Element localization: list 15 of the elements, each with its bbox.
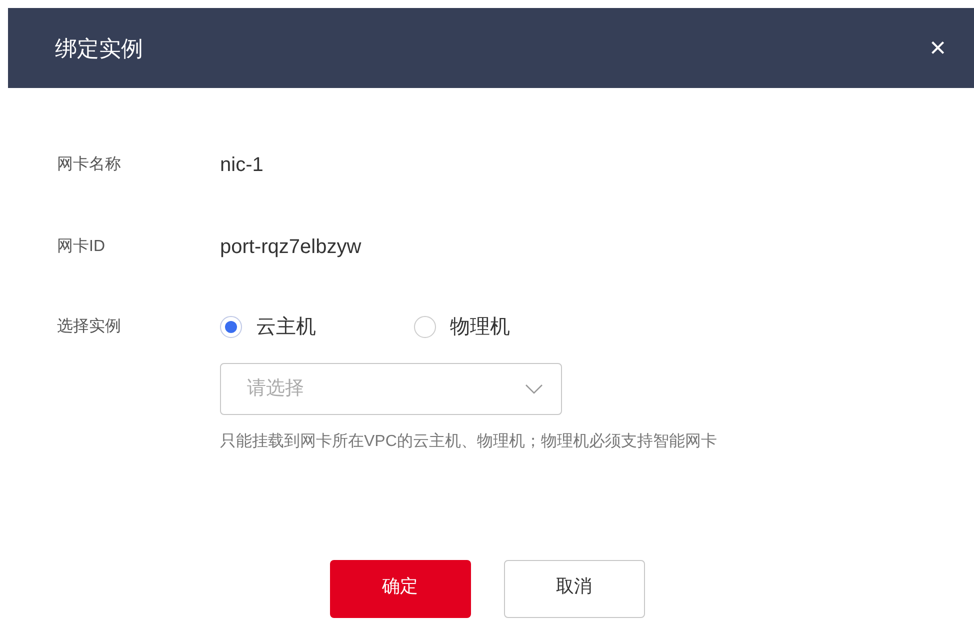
cancel-button[interactable]: 取消 xyxy=(504,560,644,618)
radio-label: 云主机 xyxy=(256,315,316,340)
field-label: 选择实例 xyxy=(57,316,122,337)
field-label: 网卡ID xyxy=(57,236,106,257)
confirm-button[interactable]: 确定 xyxy=(330,560,470,618)
field-label: 网卡名称 xyxy=(57,154,122,175)
field-value: nic-1 xyxy=(220,153,264,178)
dialog-title: 绑定实例 xyxy=(55,34,143,62)
radio-button[interactable] xyxy=(220,316,242,338)
radio-label: 物理机 xyxy=(450,315,510,340)
hint-text: 只能挂载到网卡所在VPC的云主机、物理机；物理机必须支持智能网卡 xyxy=(220,432,717,452)
close-button[interactable]: × xyxy=(930,34,946,62)
chevron-down-icon xyxy=(525,384,543,394)
radio-button[interactable] xyxy=(414,316,436,338)
field-value: port-rqz7elbzyw xyxy=(220,235,362,260)
